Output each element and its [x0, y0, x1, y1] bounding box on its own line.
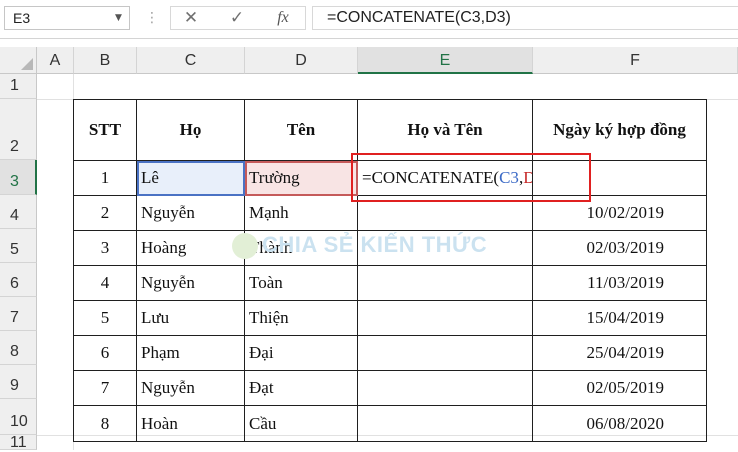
row-header-8[interactable]: 8 [0, 331, 37, 365]
column-header-d[interactable]: D [245, 47, 358, 74]
cell-ho[interactable]: Hoàn [136, 405, 245, 442]
header-stt[interactable]: STT [73, 99, 137, 161]
cell-ngay[interactable]: 15/04/2019 [532, 300, 707, 336]
header-ngay-ky[interactable]: Ngày ký hợp đồng [532, 99, 707, 161]
cell-ten[interactable]: Mạnh [244, 195, 358, 231]
table-row: 6 Phạm Đại 25/04/2019 [73, 335, 707, 371]
row-header-3[interactable]: 3 [0, 160, 37, 195]
header-ho[interactable]: Họ [136, 99, 245, 161]
column-header-b[interactable]: B [74, 47, 137, 74]
cell-ho-va-ten[interactable] [357, 265, 533, 301]
name-box[interactable]: E3 ▼ [4, 6, 130, 30]
column-header-f[interactable]: F [533, 47, 738, 74]
name-box-value: E3 [13, 10, 31, 26]
cell-ngay[interactable]: 06/08/2020 [532, 405, 707, 442]
cell-ngay[interactable]: 02/03/2019 [532, 230, 707, 266]
cell-ho[interactable]: Lê [136, 160, 245, 196]
enter-icon[interactable]: ✓ [223, 8, 251, 28]
formula-bar: E3 ▼ ⋮ ✕ ✓ fx =CONCATENATE(C3,D3) [0, 0, 738, 39]
cell-stt[interactable]: 3 [73, 230, 137, 266]
cell-stt[interactable]: 8 [73, 405, 137, 442]
formula-text: =CONCATENATE(C3,D3) [327, 9, 511, 26]
table-row: 4 Nguyễn Toàn 11/03/2019 [73, 265, 707, 301]
grip-icon: ⋮ [145, 10, 159, 26]
cell-ho-va-ten[interactable] [357, 300, 533, 336]
column-header-a[interactable]: A [37, 47, 74, 74]
cell-ngay[interactable]: 11/03/2019 [532, 265, 707, 301]
cell-ho[interactable]: Nguyễn [136, 195, 245, 231]
row-header-9[interactable]: 9 [0, 365, 37, 399]
cell-ten[interactable]: Toàn [244, 265, 358, 301]
cell-ho[interactable]: Phạm [136, 335, 245, 371]
row-header-6[interactable]: 6 [0, 263, 37, 297]
cell-ten[interactable]: Cầu [244, 405, 358, 442]
cell-stt[interactable]: 7 [73, 370, 137, 406]
cell-stt[interactable]: 2 [73, 195, 137, 231]
cell-ten[interactable]: Thiện [244, 300, 358, 336]
row-header-1[interactable]: 1 [0, 74, 37, 99]
cell-ho-va-ten[interactable] [357, 230, 533, 266]
cell-ho-va-ten[interactable] [357, 335, 533, 371]
formula-input[interactable]: =CONCATENATE(C3,D3) [312, 6, 738, 30]
cell-ho[interactable]: Nguyễn [136, 370, 245, 406]
insert-function-icon[interactable]: fx [269, 8, 297, 28]
spreadsheet-grid: A B C D E F 1 2 3 4 5 6 7 8 9 10 11 STT … [0, 47, 738, 451]
header-ho-va-ten[interactable]: Họ và Tên [357, 99, 533, 161]
cell-ho[interactable]: Lưu [136, 300, 245, 336]
row-header-4[interactable]: 4 [0, 195, 37, 229]
cell-ho-va-ten[interactable] [357, 370, 533, 406]
table-row: 7 Nguyễn Đạt 02/05/2019 [73, 370, 707, 406]
cell-ho[interactable]: Nguyễn [136, 265, 245, 301]
cell-ten[interactable]: Trường [244, 160, 358, 196]
cell-ho[interactable]: Hoàng [136, 230, 245, 266]
column-header-e[interactable]: E [358, 47, 533, 74]
cell-ngay[interactable]: 02/05/2019 [532, 370, 707, 406]
cell-ngay[interactable]: 25/04/2019 [532, 335, 707, 371]
header-ten[interactable]: Tên [244, 99, 358, 161]
cell-stt[interactable]: 1 [73, 160, 137, 196]
formula-buttons: ✕ ✓ fx [170, 6, 306, 30]
row-header-5[interactable]: 5 [0, 229, 37, 263]
table-row: 8 Hoàn Cầu 06/08/2020 [73, 405, 707, 442]
row-header-10[interactable]: 10 [0, 399, 37, 435]
row-header-7[interactable]: 7 [0, 297, 37, 331]
column-header-c[interactable]: C [137, 47, 245, 74]
data-table: STT Họ Tên Họ và Tên Ngày ký hợp đồng 1 … [73, 99, 707, 442]
select-all-button[interactable] [0, 47, 37, 74]
cell-ten[interactable]: Thành [244, 230, 358, 266]
row-header-11[interactable]: 11 [0, 434, 37, 451]
chevron-down-icon[interactable]: ▼ [115, 13, 125, 23]
table-row: 5 Lưu Thiện 15/04/2019 [73, 300, 707, 336]
highlight-box [351, 153, 591, 202]
row-header-2[interactable]: 2 [0, 99, 37, 160]
cancel-icon[interactable]: ✕ [177, 8, 205, 28]
cell-stt[interactable]: 6 [73, 335, 137, 371]
table-row: 3 Hoàng Thành 02/03/2019 [73, 230, 707, 266]
cell-ten[interactable]: Đại [244, 335, 358, 371]
cell-stt[interactable]: 5 [73, 300, 137, 336]
table-header-row: STT Họ Tên Họ và Tên Ngày ký hợp đồng [73, 99, 707, 161]
cell-stt[interactable]: 4 [73, 265, 137, 301]
cell-ho-va-ten[interactable] [357, 405, 533, 442]
cell-ten[interactable]: Đạt [244, 370, 358, 406]
